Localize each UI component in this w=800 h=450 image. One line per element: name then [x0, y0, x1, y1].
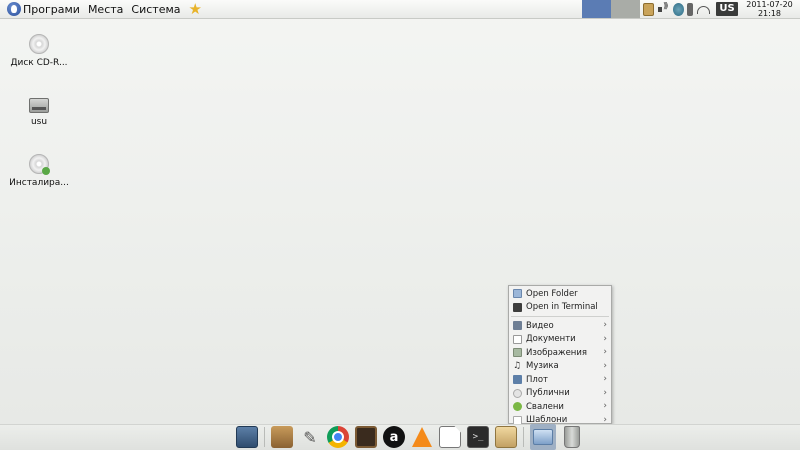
system-menu[interactable]: Система [127, 0, 184, 19]
chevron-right-icon: › [603, 414, 607, 425]
desktop-icon-label: Инсталира... [9, 178, 69, 188]
distro-logo-icon [7, 2, 21, 16]
workspace-2[interactable] [611, 0, 640, 18]
menu-item-label: Плот [526, 374, 548, 385]
dock-separator [264, 427, 265, 447]
menu-item-pictures[interactable]: Изображения › [509, 346, 611, 360]
vlc-icon[interactable] [411, 426, 433, 448]
menu-item-videos[interactable]: Видео › [509, 319, 611, 333]
folder-icon[interactable] [530, 424, 556, 450]
trash-icon[interactable] [564, 426, 580, 448]
menu-item-label: Документи [526, 334, 576, 345]
menu-item-public[interactable]: Публични › [509, 387, 611, 401]
keyboard-layout-indicator[interactable]: US [716, 2, 738, 16]
chevron-right-icon: › [603, 401, 607, 411]
applications-menu[interactable]: Програми [0, 0, 84, 19]
public-icon [513, 388, 522, 398]
desktop-icon-installer[interactable]: Инсталира... [9, 154, 69, 188]
cd-icon [29, 34, 49, 54]
desktop-icon-label: Диск CD-R... [10, 58, 68, 68]
places-menu-label: Места [87, 2, 124, 16]
menu-item-label: Видео [526, 320, 554, 331]
folder-context-menu: Open Folder Open in Terminal Видео › Док… [508, 285, 612, 425]
chevron-right-icon: › [603, 333, 607, 344]
menu-item-downloads[interactable]: Свалени › [509, 400, 611, 414]
music-icon: ♫ [513, 360, 522, 371]
video-player-icon[interactable] [355, 426, 377, 448]
workspace-1[interactable] [582, 0, 611, 18]
document-icon [513, 334, 522, 344]
menu-item-label: Музика [526, 361, 559, 372]
applications-menu-label: Програми [23, 2, 80, 16]
folder-icon [513, 289, 522, 299]
chevron-right-icon: › [603, 347, 607, 357]
download-icon [513, 402, 522, 412]
chevron-right-icon: › [603, 374, 607, 384]
chrome-icon[interactable] [327, 426, 349, 448]
drive-icon[interactable] [495, 426, 517, 448]
menu-separator [511, 316, 609, 317]
dock: ✎ a >_ [236, 424, 580, 450]
gimp-icon[interactable]: ✎ [299, 426, 321, 448]
terminal-icon [513, 302, 522, 312]
menu-item-music[interactable]: ♫ Музика › [509, 360, 611, 374]
terminal-icon[interactable]: >_ [467, 426, 489, 448]
battery-icon[interactable] [687, 3, 693, 16]
video-icon [513, 321, 522, 331]
menu-item-label: Open in Terminal [526, 302, 598, 313]
volume-icon[interactable] [657, 1, 670, 16]
clock[interactable]: 2011-07-20 21:18 [741, 0, 798, 18]
desktop-icon-label: usu [30, 117, 48, 127]
menu-item-label: Публични [526, 388, 570, 399]
dock-separator [523, 427, 524, 447]
libreoffice-icon[interactable] [439, 426, 461, 448]
installer-disc-icon [29, 154, 50, 175]
chevron-right-icon: › [603, 387, 607, 398]
menu-item-open-folder[interactable]: Open Folder [509, 287, 611, 301]
places-menu[interactable]: Места [84, 0, 127, 19]
show-desktop-icon[interactable] [236, 426, 258, 448]
desktop-icon [513, 375, 522, 385]
amazon-icon[interactable]: a [383, 426, 405, 448]
wifi-icon[interactable] [696, 3, 710, 16]
favorites-star-icon[interactable]: ★ [189, 0, 202, 19]
chevron-right-icon: › [603, 320, 607, 330]
menu-item-desktop[interactable]: Плот › [509, 373, 611, 387]
desktop-icon-drive[interactable]: usu [9, 94, 69, 127]
system-menu-label: Система [131, 2, 181, 16]
desktop-icon-cd[interactable]: Диск CD-R... [9, 34, 69, 68]
archive-manager-icon[interactable] [271, 426, 293, 448]
menu-item-open-terminal[interactable]: Open in Terminal [509, 301, 611, 315]
menu-item-label: Open Folder [526, 288, 578, 299]
menu-item-documents[interactable]: Документи › [509, 333, 611, 347]
image-icon [513, 348, 522, 358]
update-icon[interactable] [673, 3, 684, 16]
chevron-right-icon: › [603, 360, 607, 371]
clock-time: 21:18 [757, 8, 782, 18]
hard-drive-icon [29, 98, 49, 113]
clipboard-icon[interactable] [643, 3, 654, 16]
menu-item-label: Свалени [526, 401, 564, 412]
menu-item-label: Изображения [526, 347, 588, 358]
system-tray [643, 1, 710, 17]
workspace-switcher [582, 0, 640, 18]
